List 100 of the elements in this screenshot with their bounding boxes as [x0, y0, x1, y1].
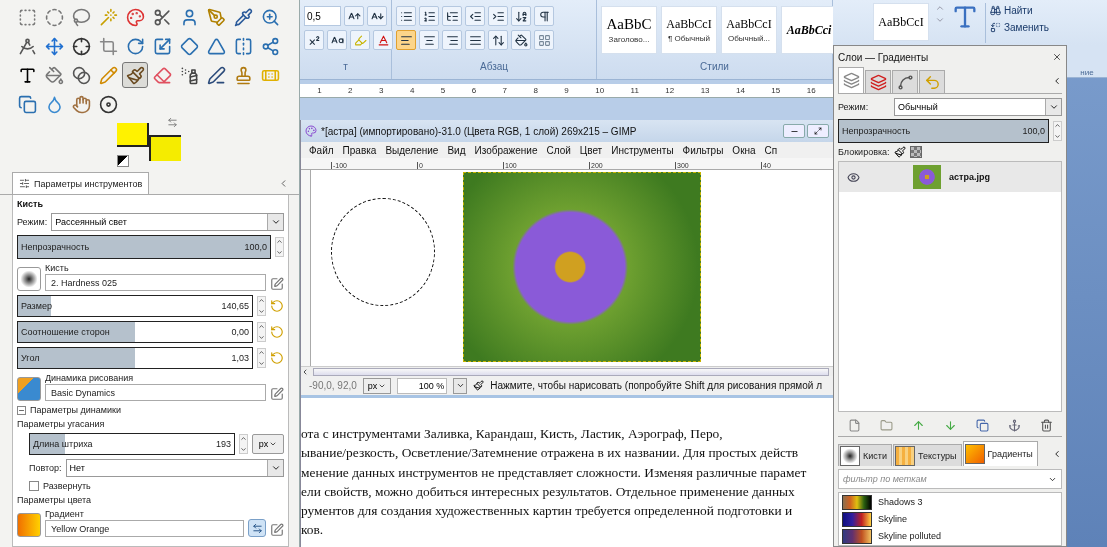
edit-icon[interactable]: [270, 523, 284, 537]
resource-tab[interactable]: Градиенты: [962, 441, 1038, 466]
spin-buttons[interactable]: [257, 348, 266, 368]
menu-item[interactable]: Фильтры: [682, 144, 724, 156]
spin-buttons[interactable]: [275, 237, 284, 257]
menu-item[interactable]: Сп: [764, 144, 778, 156]
indent-increase-button[interactable]: [488, 6, 508, 26]
gradient-preview[interactable]: [842, 494, 872, 510]
resource-tab[interactable]: Текстуры: [892, 444, 962, 466]
slider[interactable]: Угол 1,03: [17, 347, 253, 369]
raise-icon[interactable]: [911, 419, 925, 432]
scrollbar-thumb[interactable]: [313, 367, 829, 376]
slider[interactable]: Размер 140,65: [17, 295, 253, 317]
dock-tab[interactable]: [892, 70, 918, 93]
style-tile[interactable]: AaBbCcI: [873, 3, 929, 41]
resource-field[interactable]: Yellow Orange: [45, 520, 244, 537]
find-button[interactable]: Найти: [990, 5, 1049, 16]
slider[interactable]: Соотношение сторон 0,00: [17, 321, 253, 343]
menu-item[interactable]: Выделение: [385, 144, 439, 156]
resource-field[interactable]: 2. Hardness 025: [45, 274, 266, 291]
zoom-dropdown[interactable]: [453, 377, 468, 394]
spin-buttons[interactable]: [257, 296, 266, 316]
menu-item[interactable]: Вид: [447, 144, 466, 156]
align-left-button[interactable]: [396, 30, 416, 50]
edit-icon[interactable]: [270, 277, 284, 291]
font-color-button[interactable]: [373, 30, 393, 50]
new-layer-icon[interactable]: [847, 419, 861, 432]
lower-icon[interactable]: [943, 419, 957, 432]
visibility-toggle[interactable]: [847, 170, 861, 184]
menu-item[interactable]: Изображение: [474, 144, 538, 156]
align-justify-button[interactable]: [465, 30, 485, 50]
zoom-field[interactable]: 100 %: [397, 377, 448, 394]
duplicate-icon[interactable]: [975, 419, 989, 432]
gradient-name[interactable]: Shadows 3: [878, 497, 923, 507]
swap-icon[interactable]: [166, 117, 178, 128]
menu-item[interactable]: Файл: [309, 144, 334, 156]
menu-item[interactable]: Правка: [342, 144, 377, 156]
foreground-swatch[interactable]: [116, 123, 149, 147]
numbered-list-button[interactable]: [419, 6, 439, 26]
bullet-list-button[interactable]: [396, 6, 416, 26]
checkbox[interactable]: [29, 481, 39, 491]
expander-toggle[interactable]: [17, 405, 26, 415]
default-colors-icon[interactable]: [116, 155, 129, 167]
slider-value: 1,03: [231, 353, 249, 363]
scroll-left-icon[interactable]: [301, 367, 309, 376]
spin-buttons[interactable]: [239, 434, 248, 454]
checkerboard-icon[interactable]: [909, 146, 922, 158]
grow-font-button[interactable]: [344, 6, 364, 26]
shrink-font-button[interactable]: [367, 6, 387, 26]
panel-menu-icon[interactable]: [1052, 76, 1062, 86]
slider[interactable]: Длина штриха 193: [29, 433, 235, 455]
menu-item[interactable]: Цвет: [579, 144, 603, 156]
resource-tab[interactable]: Кисти: [838, 444, 892, 466]
superscript-button[interactable]: [304, 30, 324, 50]
brush-preview[interactable]: [17, 267, 41, 291]
multilevel-list-button[interactable]: [442, 6, 462, 26]
dock-tab[interactable]: [865, 70, 891, 93]
anchor-icon[interactable]: [1007, 419, 1021, 432]
menu-item[interactable]: Окна: [732, 144, 756, 156]
layer-row[interactable]: астра.jpg: [839, 162, 1061, 192]
menu-item[interactable]: Инструменты: [611, 144, 674, 156]
line-spacing-button[interactable]: [488, 30, 508, 50]
edit-icon[interactable]: [270, 387, 284, 401]
dropdown[interactable]: Обычный: [894, 98, 1062, 116]
unit-dropdown[interactable]: px: [252, 434, 284, 454]
change-case-button[interactable]: [327, 30, 347, 50]
indent-decrease-button[interactable]: [465, 6, 485, 26]
resource-field[interactable]: Basic Dynamics: [45, 384, 266, 401]
dock-tab[interactable]: [838, 67, 864, 93]
gradient-name[interactable]: Skyline: [878, 514, 907, 524]
style-tile[interactable]: AaBbC Заголово...: [601, 6, 657, 54]
minimize-button[interactable]: [783, 124, 805, 138]
slider[interactable]: Непрозрачность 100,0: [17, 235, 271, 259]
panel-menu-icon[interactable]: [1052, 449, 1062, 459]
align-center-button[interactable]: [419, 30, 439, 50]
style-tile[interactable]: AaBbCcI Обычный...: [721, 6, 777, 54]
replace-button[interactable]: Заменить: [990, 22, 1049, 33]
reverse-button[interactable]: [248, 519, 266, 537]
tag-filter-field[interactable]: фильтр по меткам: [838, 469, 1062, 489]
background-swatch[interactable]: [148, 135, 181, 161]
gradient-preview[interactable]: [842, 528, 872, 544]
menu-item[interactable]: Слой: [546, 144, 571, 156]
gradient-name[interactable]: Skyline polluted: [878, 531, 942, 541]
pilcrow-button[interactable]: [534, 6, 554, 26]
dropdown[interactable]: Нет: [65, 459, 284, 477]
delete-icon[interactable]: [1039, 419, 1053, 432]
sort-button[interactable]: [511, 6, 531, 26]
close-icon[interactable]: [1052, 52, 1062, 62]
style-tile[interactable]: AaBbCcI ¶ Обычный: [661, 6, 717, 54]
font-size-field[interactable]: 0,5: [304, 6, 341, 26]
spin-buttons[interactable]: [1053, 121, 1062, 141]
gradient-preview[interactable]: [842, 511, 872, 527]
unit-dropdown[interactable]: px: [362, 377, 392, 394]
panel-tab[interactable]: Параметры инструментов: [12, 172, 150, 194]
dropdown[interactable]: Рассеянный свет: [51, 213, 284, 231]
spin-buttons[interactable]: [257, 322, 266, 342]
slider[interactable]: Непрозрачность 100,0: [838, 119, 1049, 143]
shading-button[interactable]: [511, 30, 531, 50]
paintbrush-icon[interactable]: [893, 146, 906, 158]
align-right-button[interactable]: [442, 30, 462, 50]
